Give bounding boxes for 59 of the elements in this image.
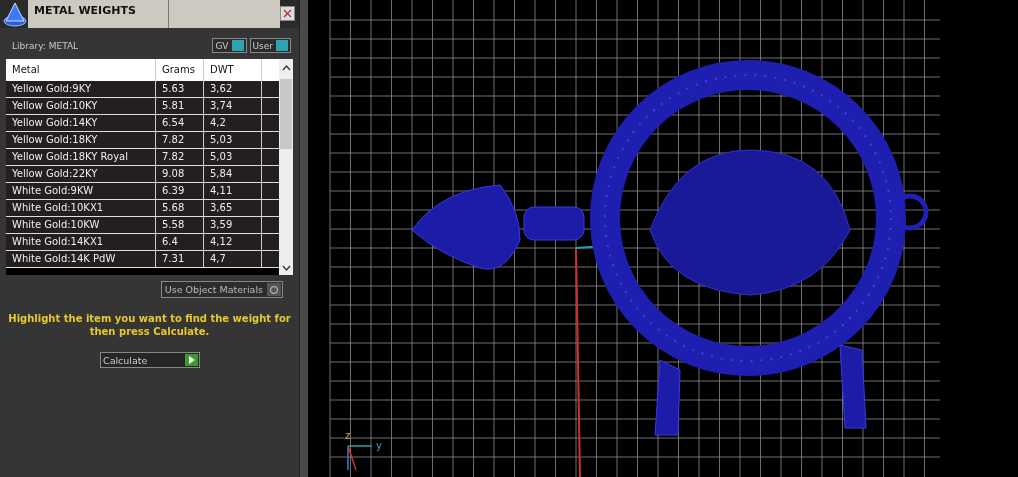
table-row[interactable]: White Gold:10KX1 5.68 3,65 — [6, 200, 280, 217]
table-cell: 4,7 — [204, 251, 262, 267]
table-cell: White Gold:14KX1 — [6, 234, 156, 250]
axis-label: y — [376, 440, 382, 451]
table-cell: Yellow Gold:14KY — [6, 115, 156, 131]
calculate-button[interactable]: Calculate — [100, 352, 200, 368]
table-cell: Yellow Gold:10KY — [6, 98, 156, 114]
table-row[interactable]: White Gold:14K PdW 7.31 4,7 — [6, 251, 280, 268]
table-cell: Yellow Gold:18KY — [6, 132, 156, 148]
table-cell: Yellow Gold:22KY — [6, 166, 156, 182]
axis-triad-icon — [347, 445, 373, 471]
window-title: METAL WEIGHTS — [28, 0, 169, 28]
use-object-materials-checkbox[interactable]: Use Object Materials — [160, 281, 284, 298]
table-cell: 5.81 — [156, 98, 204, 114]
table-cell: 6.54 — [156, 115, 204, 131]
table-row[interactable]: White Gold:10KW 5.58 3,59 — [6, 217, 280, 234]
table-cell: 9.08 — [156, 166, 204, 182]
table-cell: 5,03 — [204, 149, 262, 165]
table-cell: 5.63 — [156, 81, 204, 97]
table-cell: 3,65 — [204, 200, 262, 216]
axis-label: z — [345, 430, 351, 441]
table-cell: 5.58 — [156, 217, 204, 233]
pyramid-icon — [2, 1, 28, 27]
table-cell: 5,84 — [204, 166, 262, 182]
table-row[interactable]: Yellow Gold:18KY Royal 7.82 5,03 — [6, 149, 280, 166]
table-cell: Yellow Gold:18KY Royal — [6, 149, 156, 165]
table-cell: 3,59 — [204, 217, 262, 233]
scrollbar-thumb[interactable] — [280, 79, 293, 149]
table-row[interactable]: Yellow Gold:22KY 9.08 5,84 — [6, 166, 280, 183]
library-label: Library: METAL — [12, 40, 79, 51]
table-cell: 7.82 — [156, 132, 204, 148]
table-cell: 7.31 — [156, 251, 204, 267]
table-row[interactable]: White Gold:9KW 6.39 4,11 — [6, 183, 280, 200]
close-button[interactable] — [280, 6, 296, 21]
table-row[interactable]: Yellow Gold:18KY 7.82 5,03 — [6, 132, 280, 149]
table-cell: 3,74 — [204, 98, 262, 114]
table-cell: 3,62 — [204, 81, 262, 97]
scrollbar[interactable] — [279, 59, 294, 275]
table-cell: 6.4 — [156, 234, 204, 250]
play-icon — [188, 356, 195, 364]
table-cell: White Gold:14K PdW — [6, 251, 156, 267]
table-row[interactable]: Yellow Gold:9KY 5.63 3,62 — [6, 81, 280, 98]
table-cell: Yellow Gold:9KY — [6, 81, 156, 97]
table-cell: White Gold:10KW — [6, 217, 156, 233]
table-cell: 5.68 — [156, 200, 204, 216]
toggle-switch[interactable]: User — [249, 38, 292, 53]
table-cell: 4,11 — [204, 183, 262, 199]
table-cell: White Gold:10KX1 — [6, 200, 156, 216]
instruction-text: Highlight the item you want to find the weight for then press Calculate. — [8, 312, 292, 338]
table-cell: White Gold:9KW — [6, 183, 156, 199]
table-cell: 5,03 — [204, 132, 262, 148]
table-cell: 4,12 — [204, 234, 262, 250]
table-cell: 6.39 — [156, 183, 204, 199]
table-cell: 4,2 — [204, 115, 262, 131]
table-row[interactable]: White Gold:14KX1 6.4 4,12 — [6, 234, 280, 251]
table-row[interactable]: Yellow Gold:14KY 6.54 4,2 — [6, 115, 280, 132]
toggle-switch[interactable]: GV — [212, 38, 247, 53]
table-cell: 7.82 — [156, 149, 204, 165]
table-row[interactable]: Yellow Gold:10KY 5.81 3,74 — [6, 98, 280, 115]
